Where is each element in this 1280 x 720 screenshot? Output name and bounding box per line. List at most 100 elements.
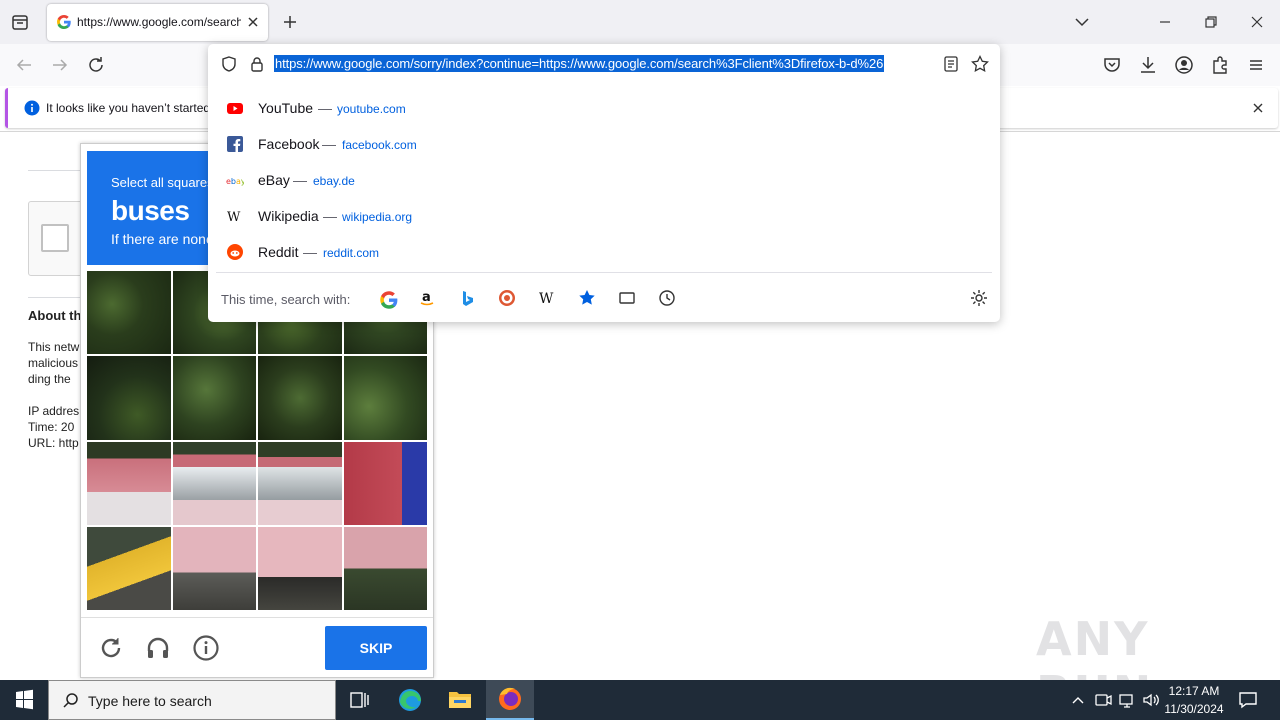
reload-icon[interactable] xyxy=(85,54,107,76)
svg-text:ebay: ebay xyxy=(226,177,244,186)
suggestion-separator: — xyxy=(318,100,332,116)
suggestion-title: Facebook xyxy=(258,136,320,152)
page-text-line: Time: 20 xyxy=(28,420,75,434)
taskbar: Type here to search 12:17 AM 11/30/2024 xyxy=(0,680,1280,720)
info-icon[interactable] xyxy=(192,634,220,662)
suggestion-row[interactable]: YouTube — youtube.com xyxy=(208,90,1000,126)
reload-icon[interactable] xyxy=(97,634,125,662)
notification-text: It looks like you haven’t started xyxy=(46,101,211,115)
challenge-tile[interactable] xyxy=(87,441,171,525)
recaptcha-widget xyxy=(28,201,88,276)
reddit-icon xyxy=(226,243,244,261)
audio-icon[interactable] xyxy=(144,634,172,662)
restore-icon[interactable] xyxy=(1199,10,1223,34)
challenge-tile[interactable] xyxy=(258,526,342,610)
task-view-icon[interactable] xyxy=(336,680,384,720)
challenge-tile[interactable] xyxy=(343,441,427,525)
svg-text:W: W xyxy=(539,291,554,307)
tab-close-icon[interactable] xyxy=(243,12,263,32)
close-icon[interactable] xyxy=(1245,10,1269,34)
challenge-tile[interactable] xyxy=(343,526,427,610)
notifications-icon[interactable] xyxy=(1236,688,1260,712)
gear-icon[interactable] xyxy=(969,288,989,308)
bookmarks-icon[interactable] xyxy=(577,288,597,308)
page-text-line: This netw xyxy=(28,340,80,354)
minimize-icon[interactable] xyxy=(1153,10,1177,34)
suggestion-row[interactable]: Reddit — reddit.com xyxy=(208,234,1000,270)
divider xyxy=(216,272,992,273)
wikipedia-icon[interactable]: W xyxy=(537,288,557,308)
suggestion-separator: — xyxy=(293,172,307,188)
ebay-icon: ebay xyxy=(226,171,246,189)
extensions-icon[interactable] xyxy=(1208,53,1232,77)
downloads-icon[interactable] xyxy=(1136,53,1160,77)
google-g-icon xyxy=(56,14,72,30)
suggestion-title: eBay xyxy=(258,172,290,188)
menu-icon[interactable] xyxy=(1244,53,1268,77)
meet-now-icon[interactable] xyxy=(1093,690,1113,710)
suggestion-separator: — xyxy=(323,208,337,224)
duckduckgo-icon[interactable] xyxy=(497,288,517,308)
network-icon[interactable] xyxy=(1117,690,1137,710)
chevron-up-icon[interactable] xyxy=(1068,690,1088,710)
pocket-icon[interactable] xyxy=(1100,53,1124,77)
history-icon[interactable] xyxy=(657,288,677,308)
tab-active[interactable]: https://www.google.com/search xyxy=(47,4,268,41)
bing-icon[interactable] xyxy=(457,288,477,308)
account-icon[interactable] xyxy=(1172,53,1196,77)
edge-icon[interactable] xyxy=(386,680,434,720)
search-icon xyxy=(61,691,81,711)
list-all-tabs-icon[interactable] xyxy=(1070,10,1094,34)
recaptcha-checkbox[interactable] xyxy=(41,224,69,252)
back-icon[interactable] xyxy=(13,54,35,76)
page-text-line: malicious xyxy=(28,356,79,370)
suggestion-row[interactable]: Facebook — facebook.com xyxy=(208,126,1000,162)
reader-view-icon[interactable] xyxy=(942,55,960,73)
wikipedia-icon: W xyxy=(226,207,244,225)
tracking-protection-icon[interactable] xyxy=(220,55,238,73)
skip-button[interactable]: SKIP xyxy=(325,626,427,670)
suggestion-row[interactable]: ebay eBay — ebay.de xyxy=(208,162,1000,198)
page-text-line: IP addres xyxy=(28,404,80,418)
firefox-view-icon[interactable] xyxy=(10,12,30,32)
bookmark-star-icon[interactable] xyxy=(970,54,990,74)
amazon-icon[interactable]: a xyxy=(417,288,437,308)
search-with-label: This time, search with: xyxy=(221,292,351,307)
notification-close-icon[interactable] xyxy=(1250,100,1266,116)
tabs-icon[interactable] xyxy=(617,288,637,308)
challenge-tile[interactable] xyxy=(172,441,256,525)
challenge-tile[interactable] xyxy=(87,356,171,440)
divider xyxy=(81,617,433,618)
challenge-tile[interactable] xyxy=(258,356,342,440)
clock-date[interactable]: 11/30/2024 xyxy=(1158,702,1230,716)
clock-time[interactable]: 12:17 AM xyxy=(1158,684,1230,698)
challenge-target: buses xyxy=(111,195,190,226)
challenge-tile[interactable] xyxy=(87,526,171,610)
challenge-tile[interactable] xyxy=(172,526,256,610)
tab-title: https://www.google.com/search xyxy=(77,15,241,29)
url-input[interactable]: https://www.google.com/sorry/index?conti… xyxy=(208,44,1000,84)
suggestion-title: YouTube xyxy=(258,100,314,116)
challenge-tile[interactable] xyxy=(87,271,171,355)
suggestion-row[interactable]: W Wikipedia — wikipedia.org xyxy=(208,198,1000,234)
taskbar-search[interactable]: Type here to search xyxy=(48,680,336,720)
firefox-icon[interactable] xyxy=(486,680,534,720)
svg-text:W: W xyxy=(227,210,241,225)
suggestion-url: ebay.de xyxy=(313,174,355,188)
divider xyxy=(28,297,88,298)
url-text[interactable]: https://www.google.com/sorry/index?conti… xyxy=(274,55,885,72)
page-text-line: URL: http xyxy=(28,436,79,450)
challenge-subtext: If there are none xyxy=(111,231,214,247)
google-icon[interactable] xyxy=(377,288,398,309)
lock-icon[interactable] xyxy=(248,55,266,73)
forward-icon[interactable] xyxy=(49,54,71,76)
svg-text:a: a xyxy=(422,290,431,305)
plus-icon[interactable] xyxy=(280,12,300,32)
challenge-tile[interactable] xyxy=(343,356,427,440)
challenge-tile[interactable] xyxy=(258,441,342,525)
taskbar-search-placeholder: Type here to search xyxy=(88,693,212,709)
file-explorer-icon[interactable] xyxy=(436,680,484,720)
windows-start-icon[interactable] xyxy=(0,680,48,720)
challenge-tile[interactable] xyxy=(172,356,256,440)
suggestion-url: reddit.com xyxy=(323,246,380,260)
